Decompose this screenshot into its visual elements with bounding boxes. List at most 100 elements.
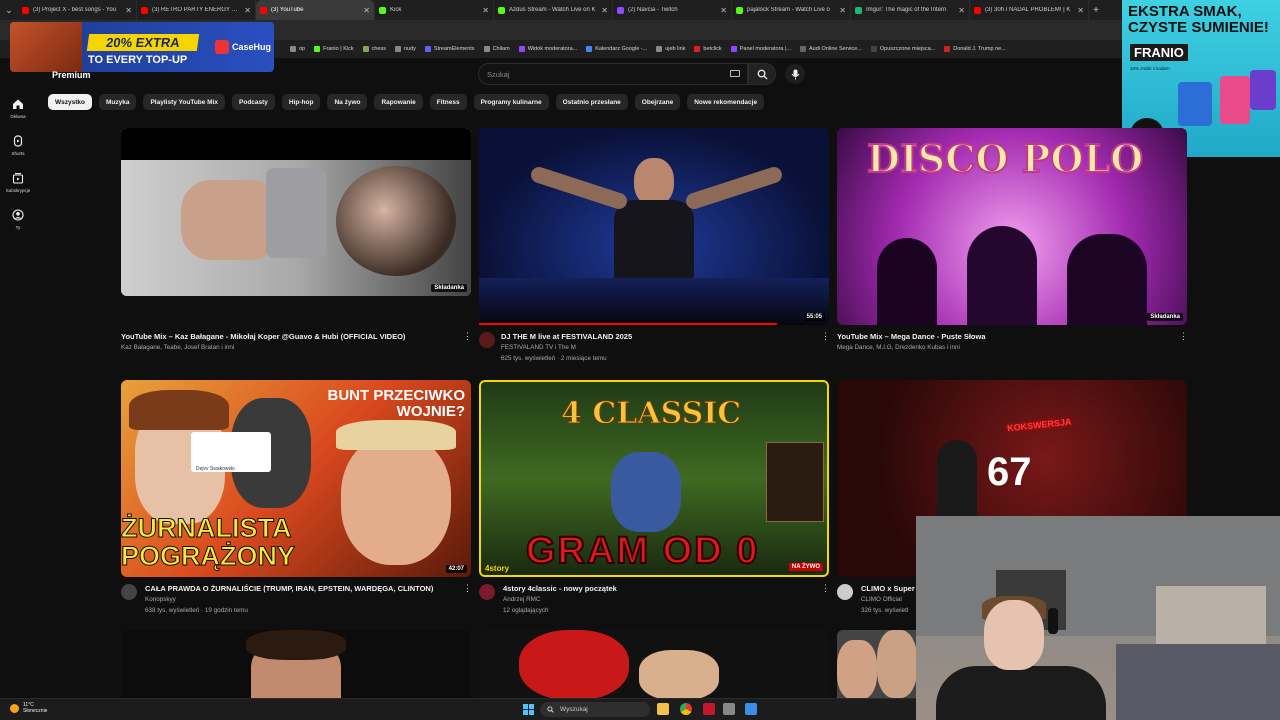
bookmark-item[interactable]: Audi Online Service... [800,46,862,52]
video-title[interactable]: CLIMO x Super [861,584,915,593]
filter-chip[interactable]: Ostatnio przesłane [555,94,628,110]
sidebar-item-you[interactable]: Ty [0,209,36,230]
more-options-icon[interactable]: ⋮ [463,583,472,594]
taskbar-search[interactable]: Wyszukaj [540,702,650,717]
weather-widget[interactable]: 11°C Słonecznie [10,702,47,714]
sidebar-item-home[interactable]: Główna [0,98,36,119]
voice-search-button[interactable] [785,64,805,84]
browser-tab[interactable]: Imgur: The magic of the Intern ✕ [851,0,970,20]
app-red-icon[interactable] [703,703,715,715]
video-thumbnail[interactable] [121,630,471,698]
bookmark-item[interactable]: chess [362,46,386,52]
more-options-icon[interactable]: ⋮ [821,583,830,594]
filter-chip[interactable]: Na żywo [327,94,368,110]
filter-chip[interactable]: Podcasty [232,94,275,110]
video-thumbnail[interactable] [479,630,829,698]
tab-list-menu-icon[interactable]: ⌄ [0,0,18,20]
video-thumbnail[interactable]: 55:05 [479,128,829,325]
app-icon[interactable] [745,703,757,715]
keyboard-icon[interactable] [730,70,740,77]
video-card[interactable]: KOKSWERSJA 67 CLIMO x Super CLIMO Offici… [837,380,1187,620]
filter-chip[interactable]: Playlisty YouTube Mix [143,94,226,110]
close-tab-icon[interactable]: ✕ [958,6,965,15]
youtube-premium-logo[interactable]: Premium [52,70,91,80]
video-channel[interactable]: Andrzej RMC [503,596,540,603]
close-tab-icon[interactable]: ✕ [839,6,846,15]
close-tab-icon[interactable]: ✕ [363,6,370,15]
more-options-icon[interactable]: ⋮ [821,331,830,342]
bookmark-item[interactable]: op [290,46,305,52]
video-channel[interactable]: Kaz Bałagane, Teabe, Josef Bratan i inni [121,344,234,351]
video-channel[interactable]: FESTIVALAND TV i The M [501,344,576,351]
bookmark-item[interactable]: Widok moderatora... [518,46,577,52]
bookmark-item[interactable]: Panel moderatora |... [730,46,791,52]
video-title[interactable]: YouTube Mix – Kaz Bałagane - Mikołaj Kop… [121,332,405,341]
file-explorer-icon[interactable] [657,703,669,715]
browser-tab[interactable]: Azdus Stream - Watch Live on K ✕ [494,0,613,20]
chrome-icon[interactable] [680,703,692,715]
close-tab-icon[interactable]: ✕ [482,6,489,15]
video-title[interactable]: DJ THE M live at FESTIVALAND 2025 [501,332,632,341]
bookmark-item[interactable]: Opuszczone miejsca... [870,46,935,52]
browser-tab[interactable]: pajalock Stream - Watch Live o ✕ [732,0,851,20]
video-card[interactable]: DISCO POLO Składanka YouTube Mix – Mega … [837,128,1188,368]
browser-tab[interactable]: (2) Navcia - Twitch ✕ [613,0,732,20]
bookmark-item[interactable]: Kalendarz Google -... [586,46,647,52]
bookmark-item[interactable]: Franio | Kick [314,46,354,52]
filter-chip[interactable]: Obejrzane [634,94,681,110]
video-card[interactable]: 55:05 DJ THE M live at FESTIVALAND 2025 … [479,128,830,368]
browser-tab[interactable]: (3) Project X - best songs - You ✕ [18,0,137,20]
sidebar-item-subscriptions[interactable]: Subskrypcje [0,172,36,193]
video-title[interactable]: CAŁA PRAWDA O ŻURNALIŚCIE (TRUMP, IRAN, … [145,584,433,593]
video-title[interactable]: 4story 4classic - nowy początek [503,584,617,593]
filter-chip[interactable]: Wszystko [48,94,92,110]
browser-tab[interactable]: (3) 30h I NADAL PROBLEM! | K ✕ [970,0,1089,20]
bookmark-item[interactable]: StreamElements [424,46,475,52]
video-card[interactable]: BUNT PRZECIWKO WOJNIE? Dejvv Swakowski Ż… [121,380,472,620]
video-thumbnail[interactable]: Składanka [121,128,471,296]
channel-avatar[interactable] [479,332,495,348]
windows-start-icon[interactable] [523,704,534,715]
browser-tab[interactable]: (3) RETRO PARTY ENERGY 2000 ✕ [137,0,256,20]
bookmark-item[interactable]: betclick [694,46,722,52]
channel-avatar[interactable] [479,584,495,600]
search-button[interactable] [748,63,776,85]
video-thumbnail[interactable]: 4 CLASSIC GRAM OD 0 4story NA ŻYWO [479,380,829,577]
filter-chip[interactable]: Programy kulinarne [473,94,549,110]
search-input[interactable]: Szukaj [478,63,748,85]
browser-tab[interactable]: (3) YouTube ✕ [256,0,375,20]
filter-chip[interactable]: Rapowanie [374,94,423,110]
more-options-icon[interactable]: ⋮ [1179,331,1188,342]
windows-taskbar: 11°C Słonecznie Wyszukaj [0,698,916,720]
video-thumbnail[interactable]: BUNT PRZECIWKO WOJNIE? Dejvv Swakowski Ż… [121,380,471,577]
close-tab-icon[interactable]: ✕ [1077,6,1084,15]
browser-tab[interactable]: Kick ✕ [375,0,494,20]
video-channel[interactable]: Mega Dance, M.I.G, Drezdenko Kubas i inn… [837,344,960,351]
bookmark-item[interactable]: Donald J. Trump ne... [944,46,1006,52]
sidebar-item-shorts[interactable]: Shorts [0,135,36,156]
video-title[interactable]: YouTube Mix – Mega Dance - Puste Słowa [837,332,986,341]
close-tab-icon[interactable]: ✕ [125,6,132,15]
channel-avatar[interactable] [121,584,137,600]
app-icon[interactable] [723,703,735,715]
close-tab-icon[interactable]: ✕ [720,6,727,15]
video-channel[interactable]: Konopskyy [145,596,176,603]
close-tab-icon[interactable]: ✕ [244,6,251,15]
video-thumbnail[interactable]: DISCO POLO Składanka [837,128,1187,325]
video-channel[interactable]: CLIMO Official [861,596,902,603]
video-card[interactable]: 4 CLASSIC GRAM OD 0 4story NA ŻYWO 4stor… [479,380,830,620]
channel-avatar[interactable] [837,584,853,600]
filter-chip[interactable]: Fitness [429,94,467,110]
bookmark-item[interactable]: ujeb link [656,46,685,52]
video-card[interactable]: Składanka YouTube Mix – Kaz Bałagane - M… [121,128,472,368]
video-thumbnail[interactable] [837,630,916,698]
casehug-ad-banner[interactable]: 20% EXTRA TO EVERY TOP-UP CaseHug [10,22,274,72]
close-tab-icon[interactable]: ✕ [601,6,608,15]
new-tab-button[interactable]: + [1089,5,1103,16]
filter-chip[interactable]: Nowe rekomendacje [687,94,765,110]
bookmark-item[interactable]: Chilam [483,46,510,52]
filter-chip[interactable]: Muzyka [98,94,137,110]
bookmark-item[interactable]: nudy [394,46,416,52]
more-options-icon[interactable]: ⋮ [463,331,472,342]
filter-chip[interactable]: Hip-hop [281,94,321,110]
